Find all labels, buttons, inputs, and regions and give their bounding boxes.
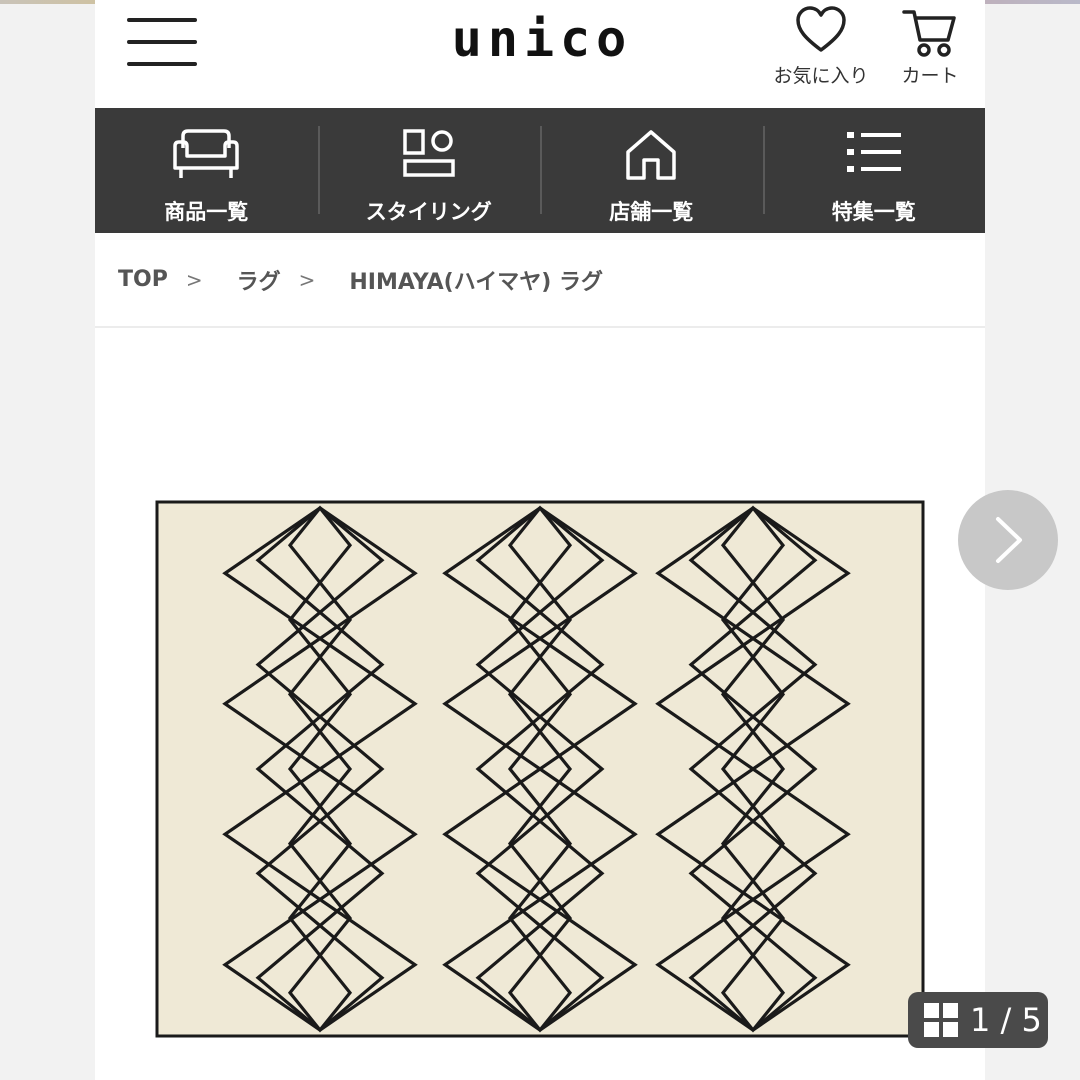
favorites-button[interactable]: お気に入り — [766, 4, 876, 96]
image-counter-text: 1 / 5 — [970, 1001, 1042, 1039]
cart-icon — [902, 10, 956, 57]
sofa-icon — [173, 129, 239, 178]
cart-label: カート — [901, 65, 959, 87]
image-counter[interactable]: 1 / 5 — [908, 992, 1048, 1048]
chevron-right-icon — [996, 517, 1022, 563]
nav-label-styling: スタイリング — [365, 200, 492, 224]
nav-item-products[interactable]: 商品一覧 — [95, 108, 318, 233]
nav-label-products: 商品一覧 — [164, 200, 249, 224]
breadcrumb-separator: > — [185, 267, 203, 292]
logo[interactable]: unico — [417, 10, 667, 68]
breadcrumb: TOP > ラグ > HIMAYA(ハイマヤ) ラグ — [95, 233, 985, 328]
nav-item-styling[interactable]: スタイリング — [317, 108, 541, 233]
house-icon — [626, 130, 676, 180]
nav-item-features[interactable]: 特集一覧 — [762, 108, 986, 233]
product-image-rug[interactable] — [155, 500, 925, 1038]
nav-label-features: 特集一覧 — [831, 200, 916, 224]
list-icon — [846, 132, 901, 172]
styling-icon — [403, 129, 455, 177]
page-content: unico お気に入り カート 商品一覧 スタイリング 店舗一覧 特集一覧 TO… — [95, 0, 985, 1080]
nav-item-stores[interactable]: 店舗一覧 — [540, 108, 763, 233]
breadcrumb-rug[interactable]: ラグ — [237, 264, 281, 296]
favorites-label: お気に入り — [773, 65, 869, 87]
main-nav: 商品一覧 スタイリング 店舗一覧 特集一覧 — [95, 108, 985, 233]
site-header: unico お気に入り カート — [95, 0, 985, 106]
cart-button[interactable]: カート — [875, 4, 985, 96]
breadcrumb-current: HIMAYA(ハイマヤ) ラグ — [349, 269, 603, 295]
breadcrumb-separator: > — [298, 267, 316, 292]
next-image-button[interactable] — [958, 490, 1058, 590]
nav-label-stores: 店舗一覧 — [609, 200, 694, 224]
heart-icon — [796, 6, 846, 52]
breadcrumb-top[interactable]: TOP — [118, 267, 168, 292]
grid-icon — [924, 1003, 958, 1037]
hamburger-menu-icon[interactable] — [125, 18, 199, 70]
